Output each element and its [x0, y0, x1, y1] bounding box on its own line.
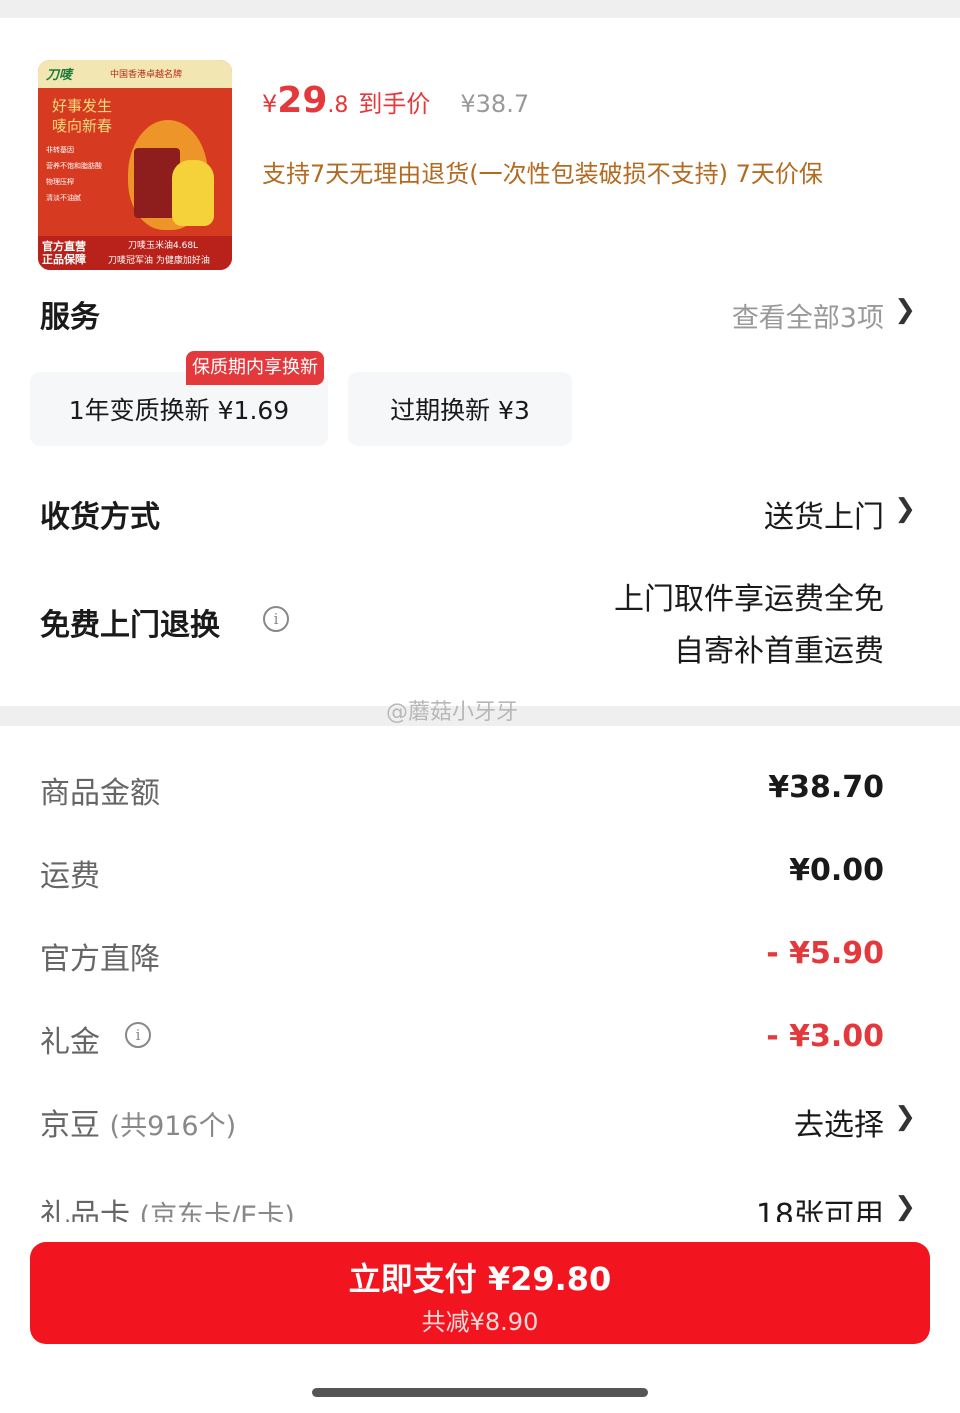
thumb-hk-label: 中国香港卓越名牌 [110, 70, 183, 80]
service-badge: 保质期内享换新 [186, 351, 324, 385]
shipping-label: 运费 [40, 859, 100, 894]
thumb-bullet: 清淡不油腻 [46, 194, 81, 202]
chevron-right-icon[interactable]: ❯ [894, 1192, 916, 1222]
goods-amount-value: ¥38.70 [768, 770, 884, 805]
price-decimal: .8 [327, 93, 349, 118]
return-policy: 支持7天无理由退货(一次性包装破损不支持) 7天价保 [262, 160, 823, 188]
gift-cash-label: 礼金 [40, 1025, 100, 1060]
gift-cash-value: - ¥3.00 [766, 1019, 884, 1054]
pay-now-label: 立即支付 ¥29.80 [348, 1260, 612, 1298]
thumb-bullet: 非转基因 [46, 146, 74, 154]
goods-amount-label: 商品金额 [40, 776, 160, 811]
official-discount-value: - ¥5.90 [766, 936, 884, 971]
chevron-right-icon[interactable]: ❯ [894, 1102, 916, 1132]
official-discount-label: 官方直降 [40, 942, 160, 977]
final-price-tag: 到手价 [358, 90, 431, 118]
thumb-bullets: 非转基因 营养不饱和脂肪酸 物理压榨 清淡不油腻 [46, 142, 102, 206]
delivery-value[interactable]: 送货上门 [764, 492, 884, 536]
thumb-slogan: 好事发生 唛向新春 [52, 97, 113, 135]
free-return-line2: 自寄补首重运费 [674, 634, 884, 669]
thumb-official: 官方直营 正品保障 [42, 240, 86, 266]
watermark: @蘑菇小牙牙 [386, 700, 519, 725]
thumb-bullet: 营养不饱和脂肪酸 [46, 162, 102, 170]
oil-bottle-graphic [172, 160, 214, 226]
product-section: 刀唛 中国香港卓越名牌 好事发生 唛向新春 非转基因 营养不饱和脂肪酸 物理压榨… [0, 18, 960, 270]
free-return-line1: 上门取件享运费全免 [614, 582, 884, 617]
pay-total-discount: 共减¥8.90 [421, 1308, 539, 1336]
thumb-oil-name: 刀唛玉米油4.68L [128, 241, 199, 251]
top-divider [0, 0, 960, 18]
info-icon[interactable]: i [263, 606, 289, 632]
service-view-all[interactable]: 查看全部3项 [732, 296, 884, 335]
price-row: ¥29.8 到手价 ¥38.7 [262, 80, 529, 128]
service-option-expire-replace[interactable]: 过期换新 ¥3 [348, 372, 572, 446]
delivery-title: 收货方式 [40, 500, 160, 535]
chevron-right-icon[interactable]: ❯ [894, 295, 916, 325]
shipping-value: ¥0.00 [789, 853, 884, 888]
thumb-oil-tagline: 刀唛冠军油 为健康加好油 [108, 256, 210, 266]
jd-beans-count: (共916个) [109, 1111, 237, 1142]
product-thumbnail[interactable]: 刀唛 中国香港卓越名牌 好事发生 唛向新春 非转基因 营养不饱和脂肪酸 物理压榨… [38, 60, 232, 270]
price-integer: 29 [277, 80, 328, 121]
jd-beans-row[interactable]: 京豆 (共916个) [40, 1100, 236, 1144]
thumb-brand: 刀唛 [46, 68, 73, 83]
original-price: ¥38.7 [460, 90, 530, 118]
free-return-title: 免费上门退换 [40, 608, 220, 643]
jd-beans-select[interactable]: 去选择 [794, 1100, 884, 1144]
home-indicator[interactable] [312, 1388, 648, 1397]
thumb-bullet: 物理压榨 [46, 178, 74, 186]
service-title: 服务 [40, 300, 100, 335]
price-symbol: ¥ [262, 90, 278, 118]
jd-beans-label: 京豆 [40, 1108, 100, 1143]
info-icon[interactable]: i [125, 1022, 151, 1048]
chevron-right-icon[interactable]: ❯ [894, 494, 916, 524]
pay-now-button[interactable]: 立即支付 ¥29.80 共减¥8.90 [30, 1242, 930, 1344]
